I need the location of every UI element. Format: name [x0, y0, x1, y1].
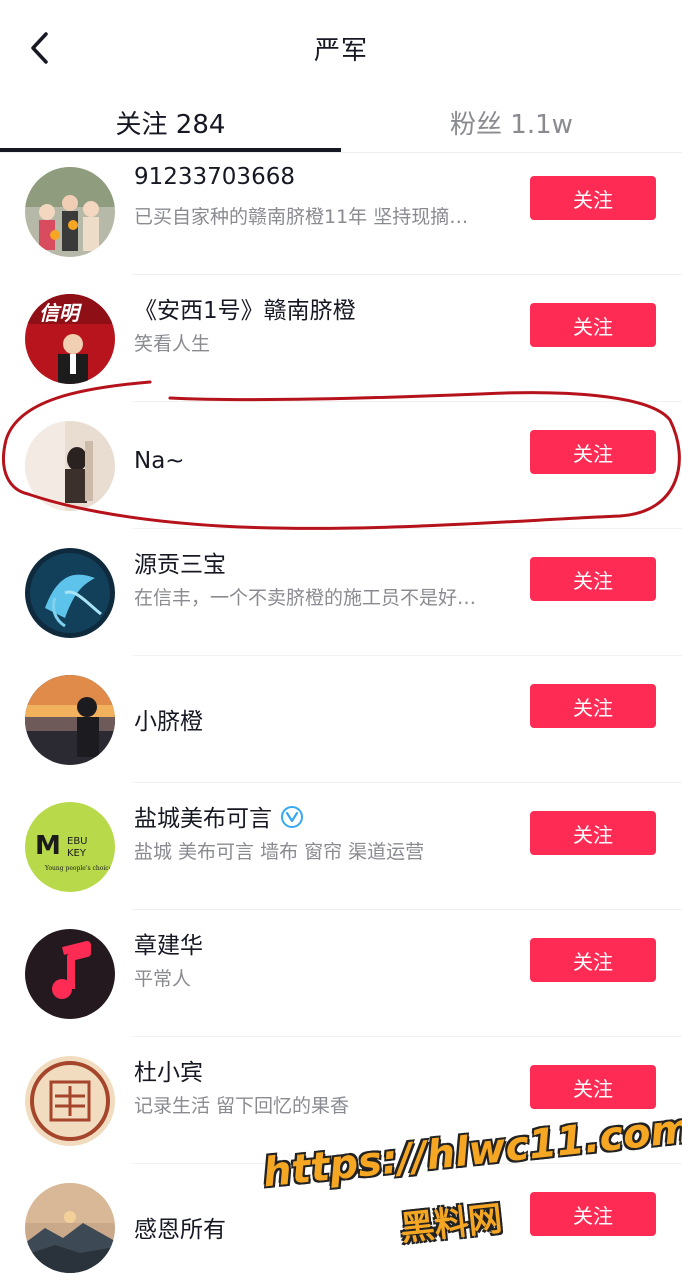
- avatar[interactable]: [25, 675, 115, 765]
- following-list-screen: 严军 关注 284 粉丝 1.1w 91233703668 已买自家种的赣南脐橙…: [0, 0, 682, 1280]
- avatar[interactable]: [25, 1183, 115, 1273]
- avatar[interactable]: [25, 1056, 115, 1146]
- follow-button[interactable]: 关注: [530, 430, 656, 474]
- user-name[interactable]: 91233703668: [134, 164, 295, 190]
- svg-text:KEY: KEY: [67, 848, 87, 859]
- user-bio: 盐城 美布可言 墙布 窗帘 渠道运营: [134, 841, 425, 863]
- user-name[interactable]: 感恩所有: [134, 1210, 226, 1244]
- svg-text:EBU: EBU: [67, 836, 88, 847]
- user-name[interactable]: 《安西1号》赣南脐橙: [134, 291, 356, 325]
- list-item[interactable]: Na~ 关注: [0, 402, 682, 529]
- user-bio: 平常人: [134, 968, 192, 990]
- list-item[interactable]: 小脐橙 关注: [0, 656, 682, 783]
- top-nav-bar: 严军: [0, 0, 682, 96]
- tab-bar: 关注 284 粉丝 1.1w: [0, 96, 682, 153]
- list-item[interactable]: 感恩所有 关注: [0, 1164, 682, 1280]
- tab-following[interactable]: 关注 284: [0, 96, 341, 148]
- list-item[interactable]: M EBU KEY Young people's choice 盐城美布可言 盐…: [0, 783, 682, 910]
- follow-button[interactable]: 关注: [530, 303, 656, 347]
- user-name[interactable]: 小脐橙: [134, 702, 203, 736]
- list-item[interactable]: 91233703668 已买自家种的赣南脐橙11年 坚持现摘… 关注: [0, 148, 682, 275]
- tab-fans[interactable]: 粉丝 1.1w: [341, 96, 682, 148]
- following-list: 91233703668 已买自家种的赣南脐橙11年 坚持现摘… 关注 信明 《安…: [0, 148, 682, 1280]
- user-name[interactable]: 章建华: [134, 926, 203, 960]
- svg-text:信明: 信明: [39, 301, 83, 325]
- user-name[interactable]: 杜小宾: [134, 1053, 203, 1087]
- user-name[interactable]: Na~: [134, 448, 185, 474]
- follow-button[interactable]: 关注: [530, 938, 656, 982]
- user-name-text: 盐城美布可言: [134, 806, 272, 832]
- avatar[interactable]: [25, 167, 115, 257]
- verified-badge-icon: [281, 806, 303, 828]
- svg-text:M: M: [35, 831, 61, 861]
- list-item[interactable]: 杜小宾 记录生活 留下回忆的果香 关注: [0, 1037, 682, 1164]
- follow-button[interactable]: 关注: [530, 176, 656, 220]
- list-item[interactable]: 源贡三宝 在信丰，一个不卖脐橙的施工员不是好… 关注: [0, 529, 682, 656]
- svg-text:Young people's choice: Young people's choice: [44, 865, 113, 872]
- avatar[interactable]: [25, 548, 115, 638]
- avatar[interactable]: 信明: [25, 294, 115, 384]
- avatar[interactable]: [25, 421, 115, 511]
- follow-button[interactable]: 关注: [530, 1192, 656, 1236]
- user-name[interactable]: 源贡三宝: [134, 545, 226, 579]
- follow-button[interactable]: 关注: [530, 1065, 656, 1109]
- user-bio: 已买自家种的赣南脐橙11年 坚持现摘…: [134, 206, 469, 228]
- user-name[interactable]: 盐城美布可言: [134, 799, 304, 833]
- follow-button[interactable]: 关注: [530, 811, 656, 855]
- follow-button[interactable]: 关注: [530, 684, 656, 728]
- page-title: 严军: [313, 36, 368, 66]
- list-item[interactable]: 章建华 平常人 关注: [0, 910, 682, 1037]
- user-bio: 在信丰，一个不卖脐橙的施工员不是好…: [134, 587, 477, 609]
- avatar[interactable]: [25, 929, 115, 1019]
- list-item[interactable]: 信明 《安西1号》赣南脐橙 笑看人生 关注: [0, 275, 682, 402]
- avatar[interactable]: M EBU KEY Young people's choice: [25, 802, 115, 892]
- user-bio: 记录生活 留下回忆的果香: [134, 1095, 350, 1117]
- user-bio: 笑看人生: [134, 333, 211, 355]
- follow-button[interactable]: 关注: [530, 557, 656, 601]
